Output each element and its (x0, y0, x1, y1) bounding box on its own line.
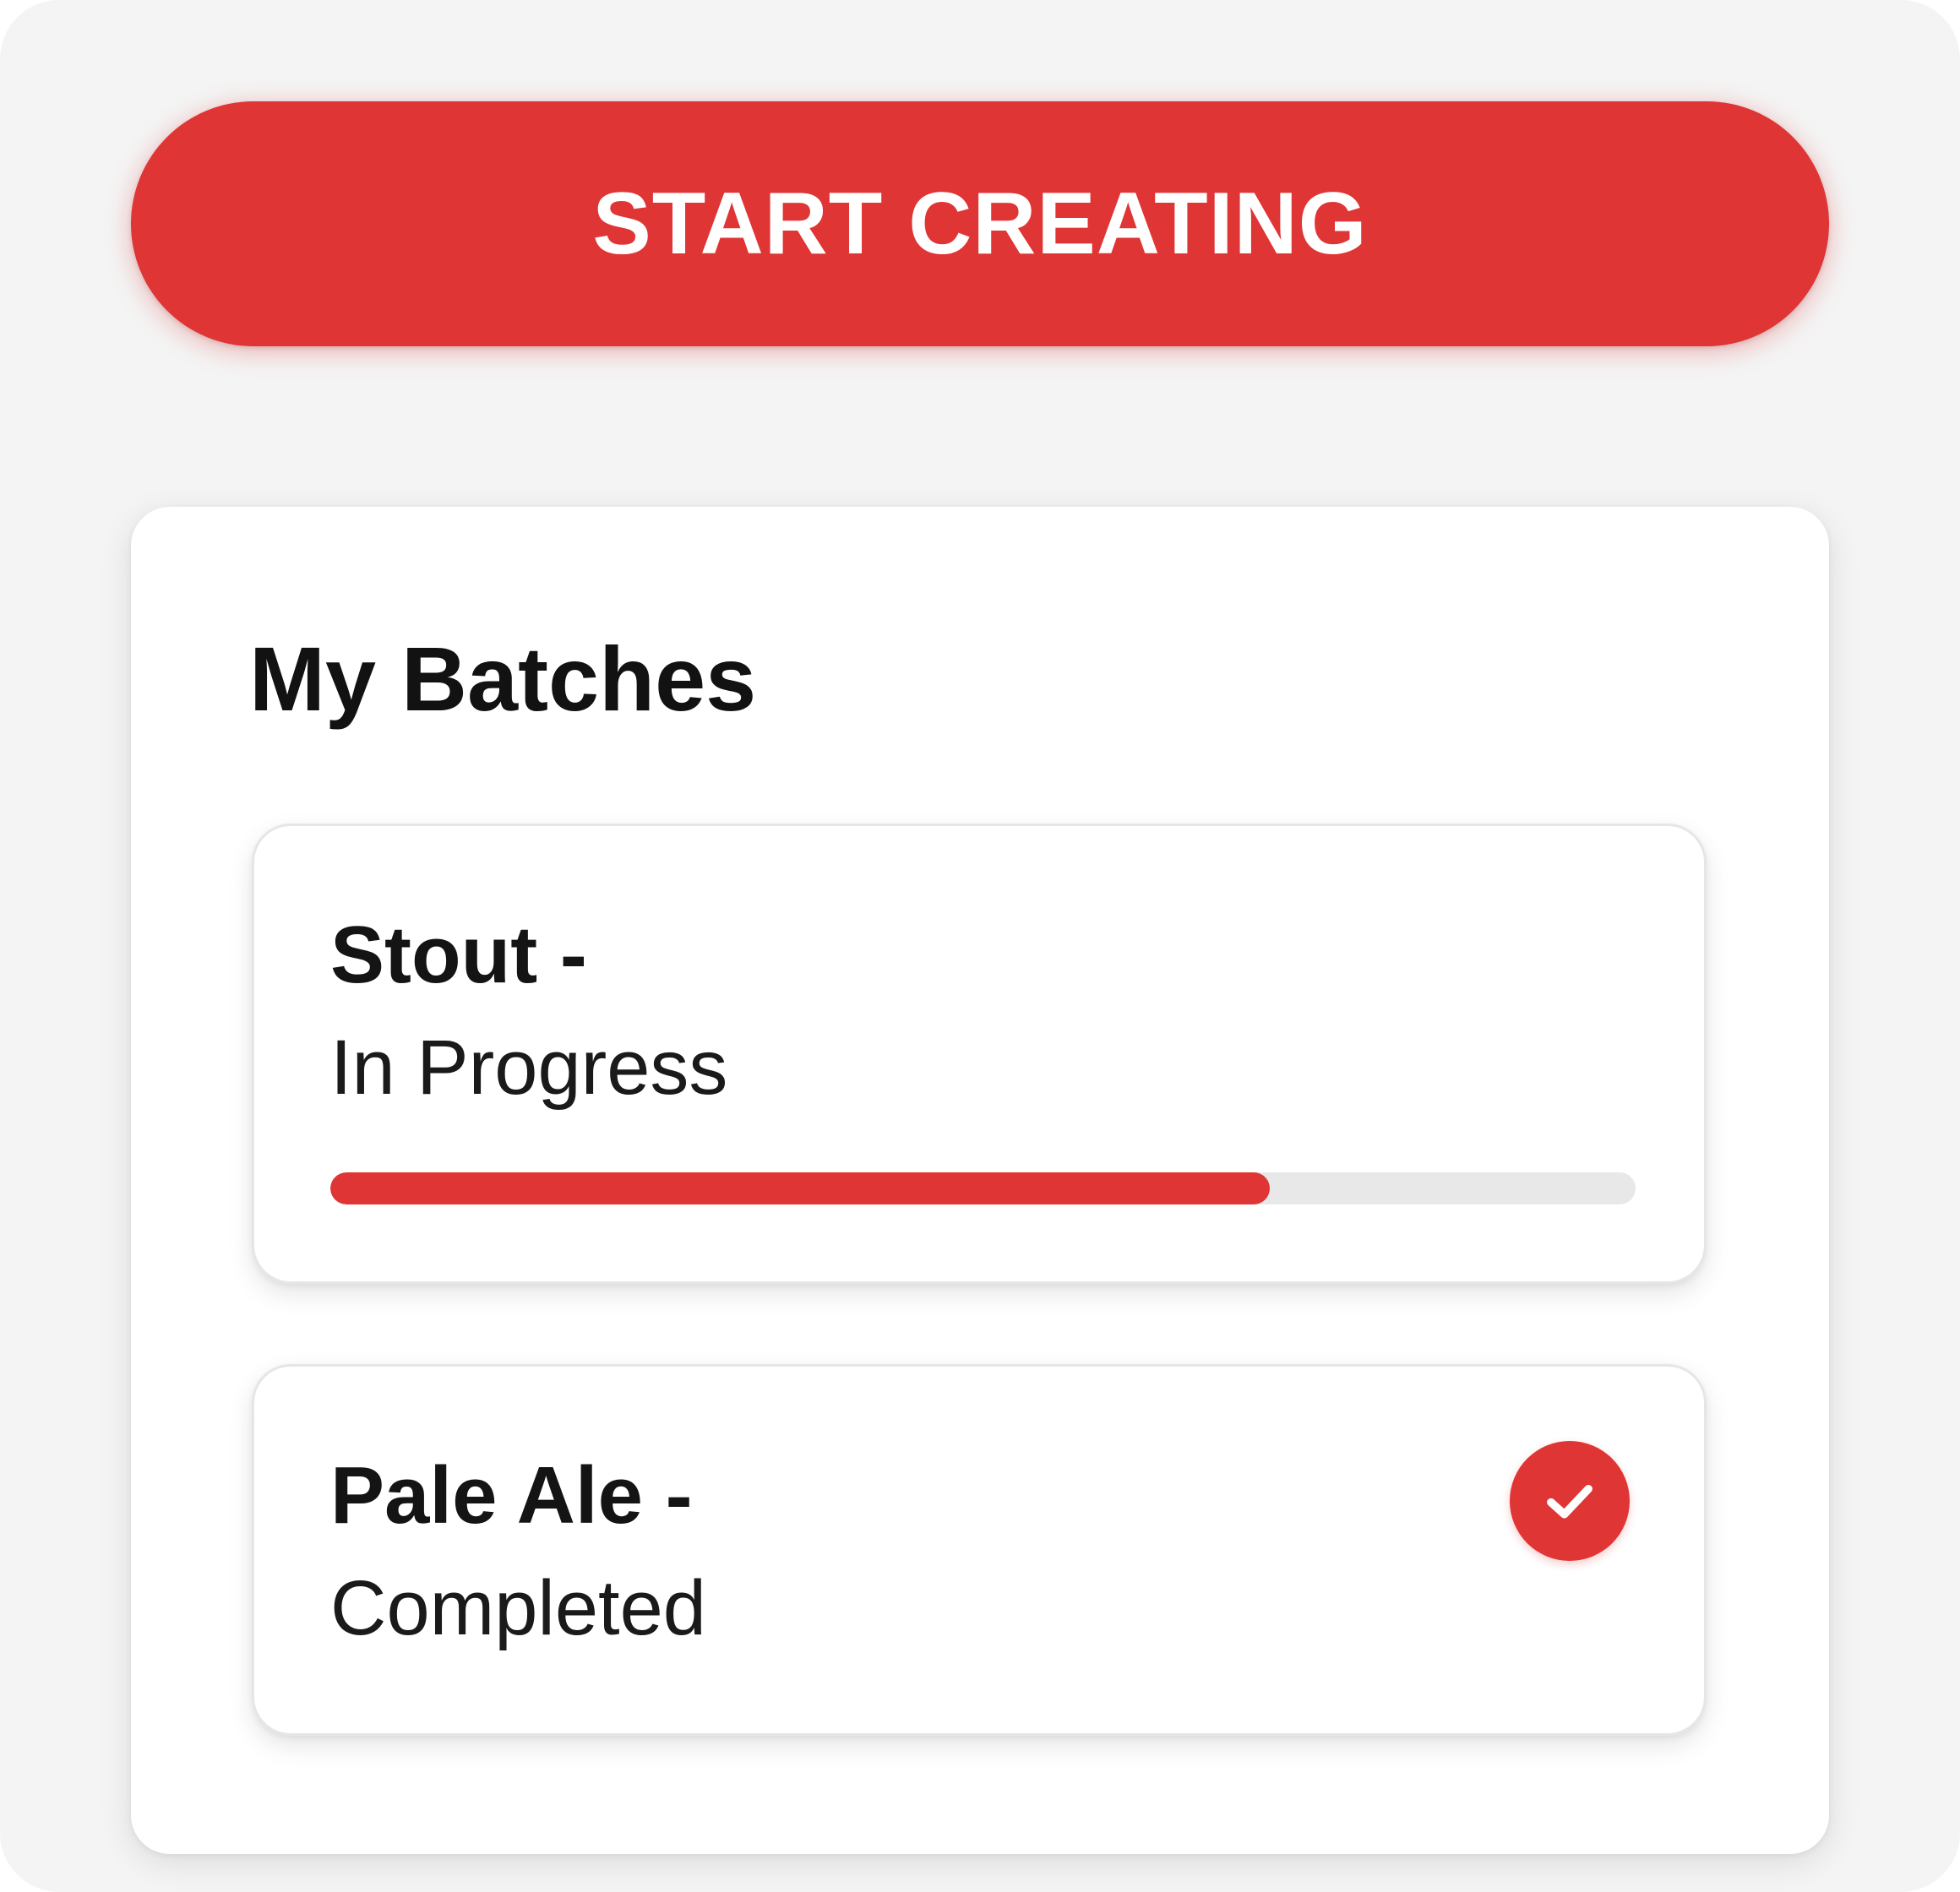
checkmark-icon (1547, 1485, 1592, 1519)
batch-name: Stout - (330, 910, 587, 1000)
batch-card-stout[interactable]: Stout - In Progress (252, 824, 1707, 1284)
panel-title: My Batches (249, 628, 757, 730)
batch-status: In Progress (330, 1025, 728, 1111)
batch-status: Completed (330, 1565, 706, 1651)
my-batches-panel: My Batches Stout - In Progress Pale Ale … (131, 507, 1829, 1854)
progress-bar-fill (330, 1172, 1271, 1204)
check-circle-icon (1510, 1441, 1630, 1561)
app-screen: START CREATING My Batches Stout - In Pro… (0, 0, 1960, 1892)
batch-name: Pale Ale - (330, 1450, 693, 1541)
progress-bar (330, 1172, 1636, 1204)
start-creating-button[interactable]: START CREATING (131, 101, 1829, 346)
batch-card-pale-ale[interactable]: Pale Ale - Completed (252, 1364, 1707, 1736)
